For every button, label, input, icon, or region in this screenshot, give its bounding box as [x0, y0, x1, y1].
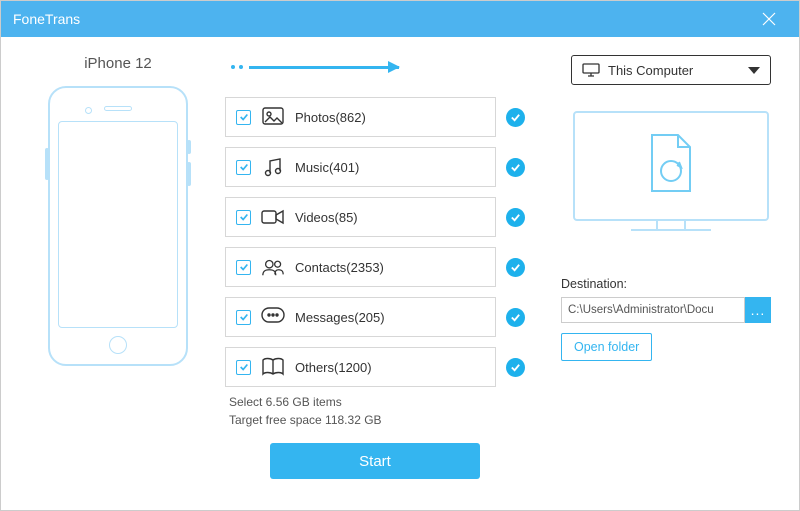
status-complete-icon: [506, 358, 525, 377]
open-folder-button[interactable]: Open folder: [561, 333, 652, 361]
category-row-photos: Photos(862): [225, 97, 525, 137]
destination-label: Destination:: [561, 277, 771, 291]
category-list: Photos(862) Music(401): [225, 97, 525, 387]
start-button[interactable]: Start: [270, 443, 480, 479]
status-complete-icon: [506, 108, 525, 127]
status-complete-icon: [506, 208, 525, 227]
app-title: FoneTrans: [13, 11, 80, 27]
category-row-others: Others(1200): [225, 347, 525, 387]
selection-summary: Select 6.56 GB items Target free space 1…: [225, 393, 525, 429]
device-name: iPhone 12: [84, 55, 152, 72]
music-icon: [261, 155, 285, 179]
selected-size: Select 6.56 GB items: [229, 393, 525, 411]
destination-panel: This Computer Destination: ...: [543, 55, 771, 492]
chevron-down-icon: [748, 67, 760, 74]
category-photos[interactable]: Photos(862): [225, 97, 496, 137]
browse-button[interactable]: ...: [745, 297, 771, 323]
messages-icon: [261, 305, 285, 329]
target-label: This Computer: [608, 63, 693, 78]
monitor-illustration: [571, 111, 771, 241]
category-label: Videos(85): [295, 210, 358, 225]
destination-path-input[interactable]: [561, 297, 745, 323]
free-space: Target free space 118.32 GB: [229, 411, 525, 429]
close-icon: [762, 12, 776, 26]
category-label: Messages(205): [295, 310, 385, 325]
category-messages[interactable]: Messages(205): [225, 297, 496, 337]
status-complete-icon: [506, 258, 525, 277]
close-button[interactable]: [751, 1, 787, 37]
category-label: Photos(862): [295, 110, 366, 125]
category-videos[interactable]: Videos(85): [225, 197, 496, 237]
category-label: Others(1200): [295, 360, 372, 375]
status-complete-icon: [506, 158, 525, 177]
phone-illustration: [48, 86, 188, 366]
category-contacts[interactable]: Contacts(2353): [225, 247, 496, 287]
book-icon: [261, 355, 285, 379]
content-area: iPhone 12: [1, 37, 799, 510]
file-refresh-icon: [646, 133, 696, 200]
computer-icon: [582, 63, 600, 77]
checkbox-messages[interactable]: [236, 310, 251, 325]
titlebar: FoneTrans: [1, 1, 799, 37]
checkbox-photos[interactable]: [236, 110, 251, 125]
photos-icon: [261, 105, 285, 129]
source-panel: iPhone 12: [29, 55, 207, 492]
target-dropdown[interactable]: This Computer: [571, 55, 771, 85]
checkbox-music[interactable]: [236, 160, 251, 175]
transfer-panel: Photos(862) Music(401): [225, 55, 525, 492]
checkbox-contacts[interactable]: [236, 260, 251, 275]
category-row-music: Music(401): [225, 147, 525, 187]
category-music[interactable]: Music(401): [225, 147, 496, 187]
category-others[interactable]: Others(1200): [225, 347, 496, 387]
path-row: ...: [561, 297, 771, 323]
destination-block: Destination: ... Open folder: [561, 277, 771, 361]
app-window: FoneTrans iPhone 12: [0, 0, 800, 511]
contacts-icon: [261, 255, 285, 279]
category-row-videos: Videos(85): [225, 197, 525, 237]
checkbox-others[interactable]: [236, 360, 251, 375]
status-complete-icon: [506, 308, 525, 327]
category-label: Music(401): [295, 160, 359, 175]
checkbox-videos[interactable]: [236, 210, 251, 225]
category-label: Contacts(2353): [295, 260, 384, 275]
videos-icon: [261, 205, 285, 229]
transfer-arrow-icon: [225, 55, 525, 79]
category-row-messages: Messages(205): [225, 297, 525, 337]
category-row-contacts: Contacts(2353): [225, 247, 525, 287]
